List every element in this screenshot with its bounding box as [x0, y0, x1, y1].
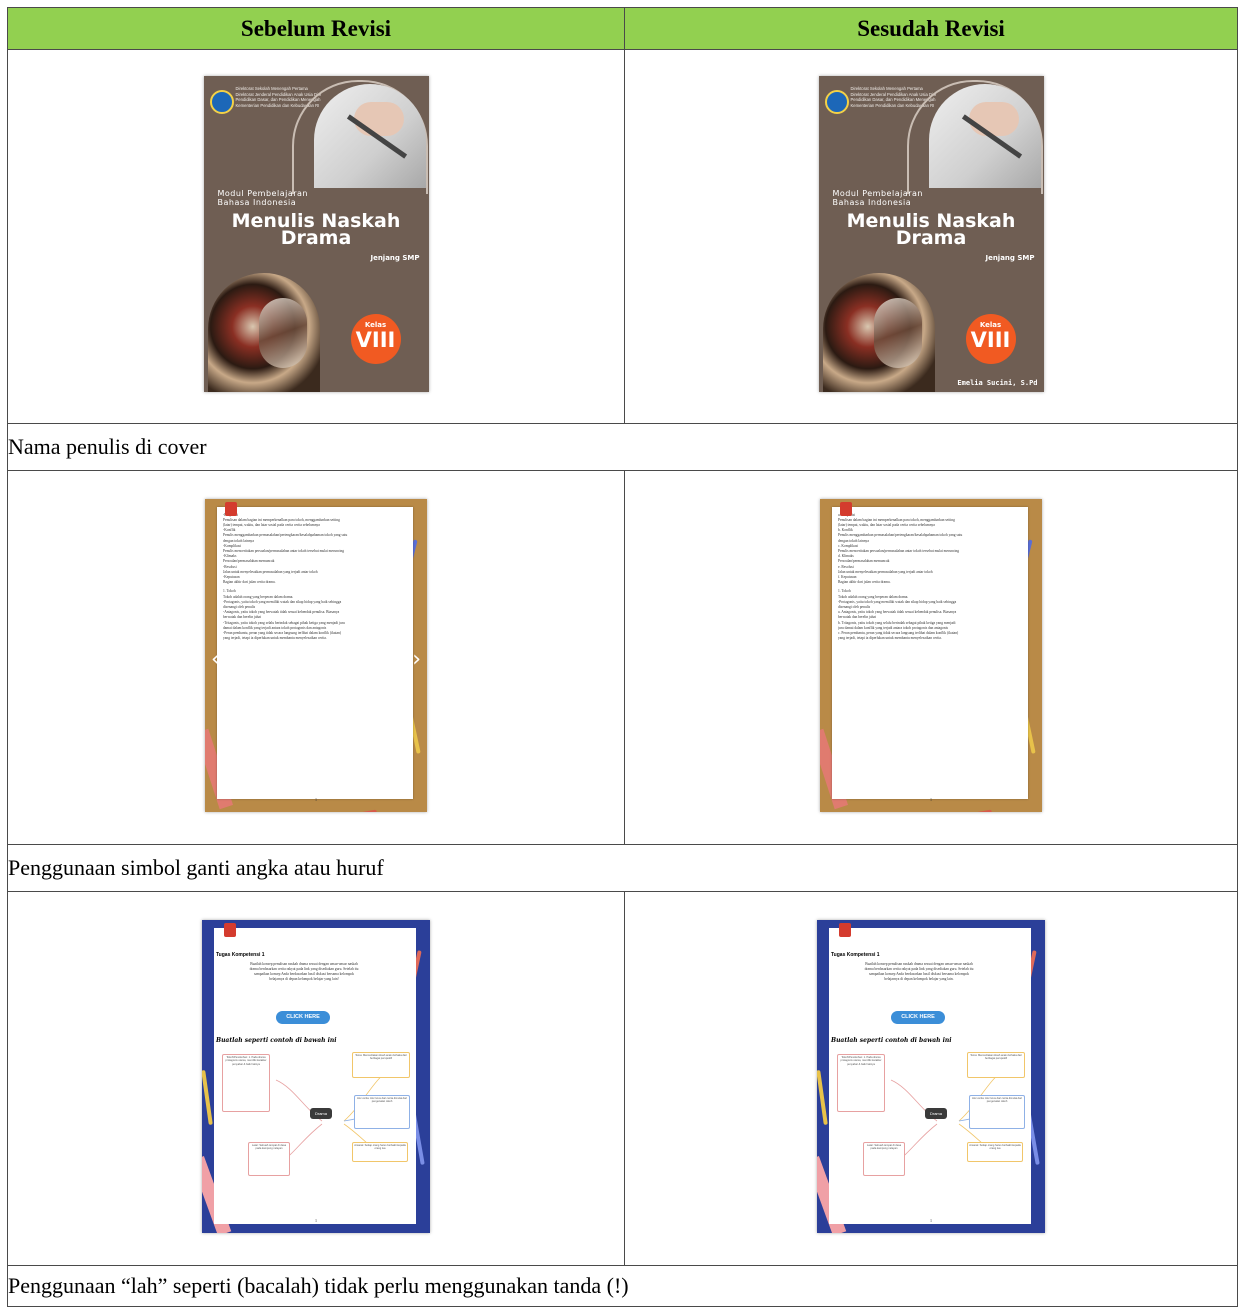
mind-map-box: Latar: Sebuah tempat di desa pada kampun…: [248, 1141, 290, 1176]
click-here-button[interactable]: CLICK HERE: [891, 1010, 945, 1024]
task-page-after-image: Tugas Kompetensi 1 Buatlah konsep penuli…: [817, 919, 1045, 1233]
cover-after-image: Direktorat Sekolah Menengah Pertama Dire…: [818, 76, 1044, 392]
chevron-left-icon[interactable]: ‹: [211, 647, 220, 672]
cover-title: Menulis Naskah Drama: [846, 210, 1016, 249]
task-page-row: Tugas Kompetensi 1 Buatlah konsep penuli…: [7, 891, 1238, 1266]
text-page-row: -EksposisiPenulisan dalam bagian ini mem…: [7, 470, 1238, 845]
header-row: Sebelum Revisi Sesudah Revisi: [7, 7, 1238, 50]
note-1: Nama penulis di cover: [7, 423, 1238, 471]
mind-map-box: Tokoh/Penokohan: 1. Pada drama protagoni…: [222, 1053, 270, 1112]
class-badge: Kelas VIII: [965, 314, 1016, 364]
cover-before-image: Direktorat Sekolah Menengah Pertama Dire…: [203, 76, 429, 392]
writing-hand-photo: [313, 84, 426, 188]
revision-table: Sebelum Revisi Sesudah Revisi Direktorat…: [7, 7, 1238, 1307]
task-instructions: Buatlah konsep penulisan naskah drama se…: [864, 961, 974, 981]
class-badge: Kelas VIII: [350, 314, 401, 364]
text-page-before-image: -EksposisiPenulisan dalam bagian ini mem…: [205, 498, 427, 812]
header-after: Sesudah Revisi: [624, 7, 1238, 50]
clip-icon: [840, 501, 852, 516]
header-before: Sebelum Revisi: [7, 7, 625, 50]
page-text-line: yang terjadi, tetapi ia diperlukan untuk…: [838, 636, 942, 641]
text-page-after-cell: a. EksposisiPenulisan dalam bagian ini m…: [624, 470, 1238, 845]
cover-row: Direktorat Sekolah Menengah Pertama Dire…: [7, 49, 1238, 424]
tut-wuri-logo: [824, 90, 849, 114]
note-row-3: Penggunaan “lah” seperti (bacalah) tidak…: [7, 1265, 1238, 1307]
click-here-button[interactable]: CLICK HERE: [276, 1010, 330, 1024]
mind-map-box: Tokoh/Penokohan: 1. Pada drama protagoni…: [837, 1053, 885, 1112]
chevron-right-icon[interactable]: ›: [412, 647, 421, 672]
mind-map-box: Tema: Menceritakan kisah anak durhaka da…: [967, 1051, 1025, 1078]
cover-title: Menulis Naskah Drama: [231, 210, 401, 249]
tut-wuri-logo: [209, 90, 234, 114]
text-page-paper: -EksposisiPenulisan dalam bagian ini mem…: [217, 506, 413, 799]
mind-map-box: Alur cerita: Alur lurus dari cerita dimu…: [969, 1094, 1025, 1129]
text-page-paper: a. EksposisiPenulisan dalam bagian ini m…: [832, 506, 1028, 799]
page-text-line: yang terjadi, tetapi ia diperlukan untuk…: [223, 636, 327, 641]
mind-map-box: Alur cerita: Alur lurus dari cerita dimu…: [354, 1094, 410, 1129]
mind-map-hub: Drama: [310, 1107, 332, 1119]
mind-map-box: Tema: Menceritakan kisah anak durhaka da…: [352, 1051, 410, 1078]
clip-icon: [225, 501, 237, 516]
task-page-before-cell: Tugas Kompetensi 1 Buatlah konsep penuli…: [7, 891, 625, 1266]
note-3: Penggunaan “lah” seperti (bacalah) tidak…: [7, 1265, 1238, 1307]
mind-map-box: Amanat: Setiap orang harus berbakti kepa…: [352, 1141, 408, 1162]
task-instructions: Buatlah konsep penulisan naskah drama se…: [249, 961, 359, 981]
mind-map-box: Latar: Sebuah tempat di desa pada kampun…: [863, 1141, 905, 1176]
note-row-2: Penggunaan simbol ganti angka atau huruf: [7, 844, 1238, 892]
clip-icon: [224, 922, 236, 937]
cover-author: Emelia Sucini, S.Pd: [957, 379, 1038, 387]
cover-after-cell: Direktorat Sekolah Menengah Pertama Dire…: [624, 49, 1238, 424]
writing-hand-photo: [928, 84, 1041, 188]
cover-before-cell: Direktorat Sekolah Menengah Pertama Dire…: [7, 49, 625, 424]
task-page-before-image: Tugas Kompetensi 1 Buatlah konsep penuli…: [202, 919, 430, 1233]
clip-icon: [839, 922, 851, 937]
mind-map-box: Amanat: Setiap orang harus berbakti kepa…: [967, 1141, 1023, 1162]
note-2: Penggunaan simbol ganti angka atau huruf: [7, 844, 1238, 892]
text-page-after-image: a. EksposisiPenulisan dalam bagian ini m…: [820, 498, 1042, 812]
note-row-1: Nama penulis di cover: [7, 423, 1238, 471]
mind-map-hub: Drama: [925, 1107, 947, 1119]
text-page-before-cell: -EksposisiPenulisan dalam bagian ini mem…: [7, 470, 625, 845]
task-page-after-cell: Tugas Kompetensi 1 Buatlah konsep penuli…: [624, 891, 1238, 1266]
